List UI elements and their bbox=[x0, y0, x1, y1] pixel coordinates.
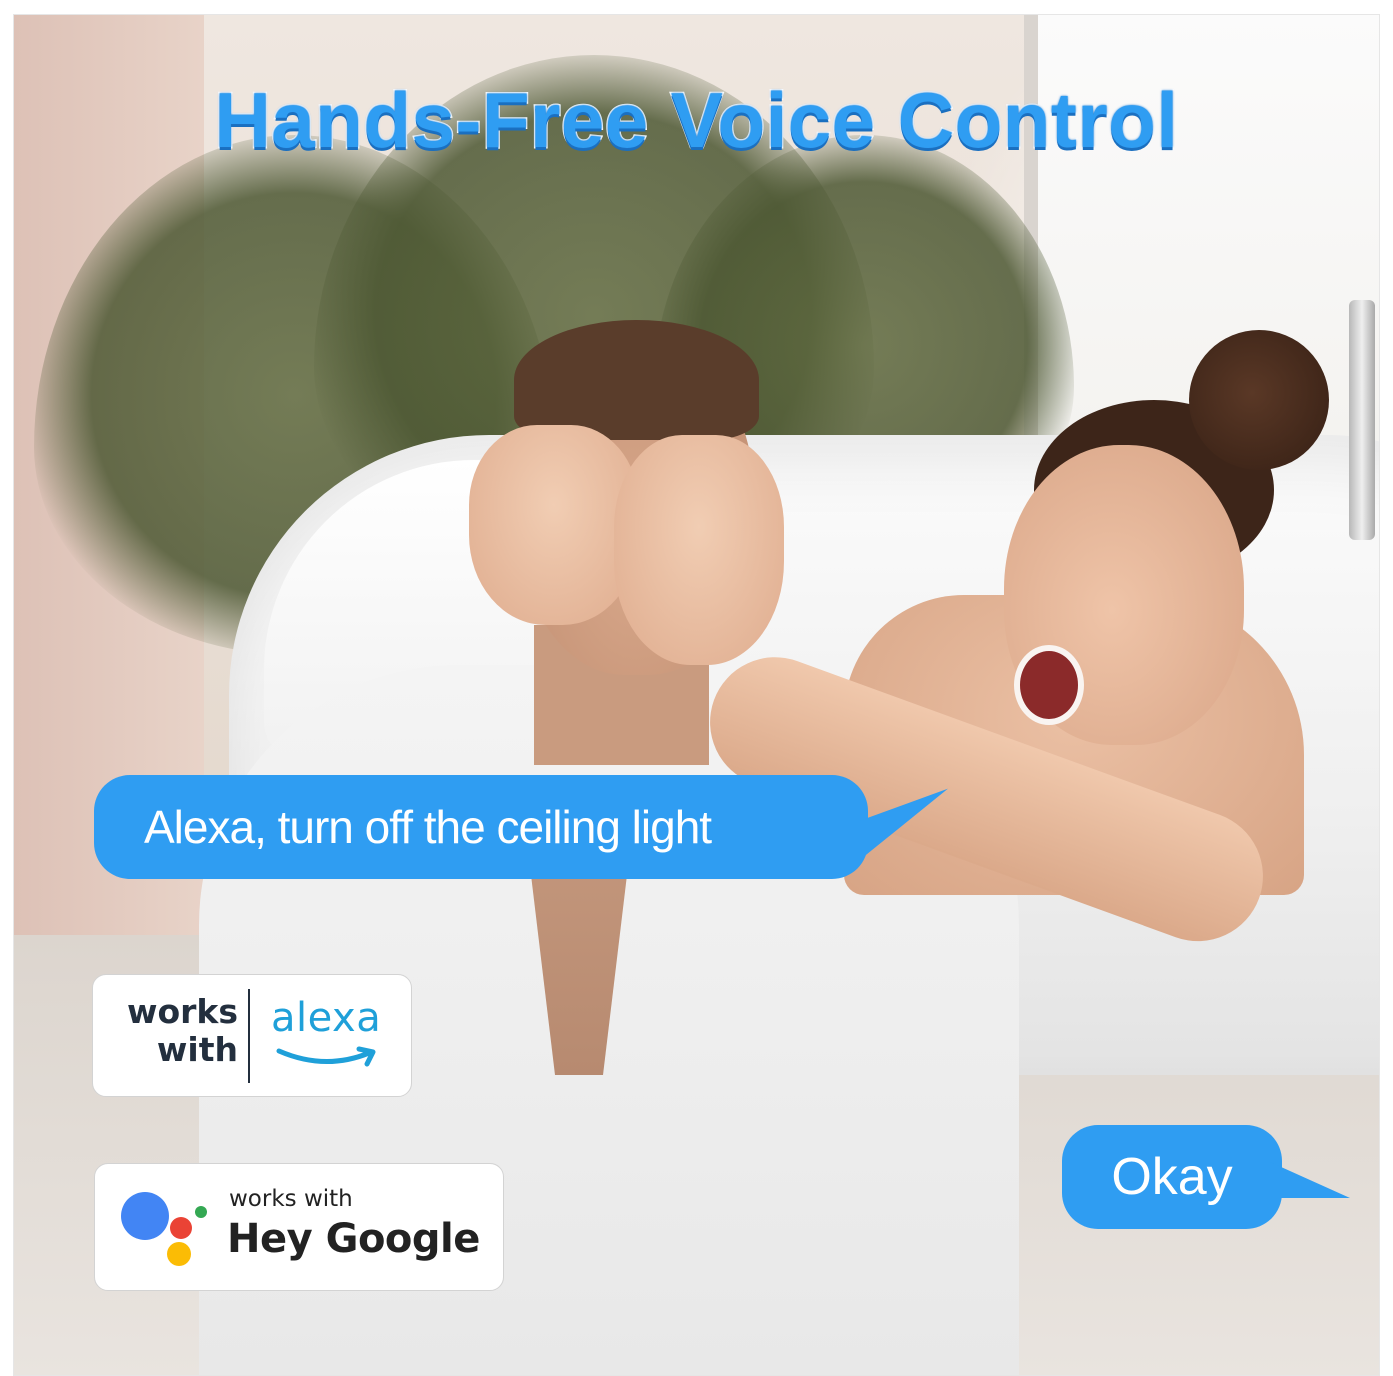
man-hair bbox=[514, 320, 759, 440]
works-with-alexa-badge: works with alexa bbox=[92, 974, 412, 1097]
badge-divider bbox=[248, 989, 250, 1083]
speech-bubble-reply: Okay bbox=[1062, 1125, 1282, 1229]
woman-hair-bun bbox=[1189, 330, 1329, 470]
google-assistant-icon bbox=[121, 1192, 207, 1266]
woman-mouth bbox=[1014, 645, 1084, 725]
alexa-wordmark: alexa bbox=[271, 995, 382, 1041]
speech-bubble-reply-tail bbox=[1270, 1162, 1350, 1198]
google-badge-prefix: works with bbox=[229, 1186, 353, 1212]
works-with-google-badge: works with Hey Google bbox=[94, 1163, 504, 1291]
alexa-smile-icon bbox=[276, 1046, 376, 1067]
woman-hand-right bbox=[614, 435, 784, 665]
google-badge-brand: Hey Google bbox=[227, 1216, 480, 1262]
speech-bubble-request: Alexa, turn off the ceiling light bbox=[94, 775, 868, 879]
headline: Hands-Free Voice Control bbox=[213, 75, 1180, 166]
alexa-badge-prefix: works with bbox=[126, 992, 238, 1069]
faucet bbox=[1349, 300, 1375, 540]
